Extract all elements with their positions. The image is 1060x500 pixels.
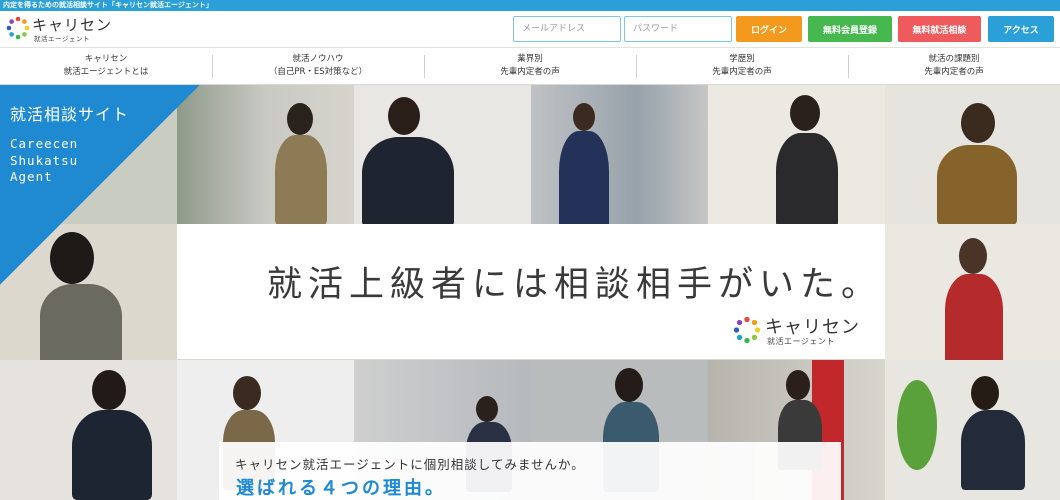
site-title-en-line: Careecen bbox=[10, 136, 79, 151]
photo-tile bbox=[885, 360, 1060, 500]
site-title-en: Careecen Shukatsu Agent bbox=[10, 136, 78, 186]
callout-title: 選ばれる４つの理由。 bbox=[236, 478, 446, 499]
plant-decoration bbox=[897, 380, 937, 470]
photo-tile bbox=[0, 360, 177, 500]
nav-item-knowhow[interactable]: 就活ノウハウ （自己PR・ES対策など） bbox=[212, 48, 424, 84]
page: { "top_strip": { "text": "内定を得るための就活相談サイ… bbox=[0, 0, 1060, 500]
email-field[interactable] bbox=[513, 16, 621, 42]
nav-item-education[interactable]: 学歴別 先輩内定者の声 bbox=[636, 48, 848, 84]
photo-tile bbox=[177, 85, 354, 224]
photo-tile bbox=[885, 85, 1060, 224]
consultation-button[interactable]: 無料就活相談 bbox=[898, 16, 981, 42]
nav-label-line2: 就活エージェントとは bbox=[63, 67, 149, 77]
photo-tile bbox=[708, 85, 885, 224]
nav-label-line2: 先輩内定者の声 bbox=[924, 67, 984, 77]
site-title-en-line: Shukatsu bbox=[10, 152, 79, 168]
login-button[interactable]: ログイン bbox=[736, 16, 802, 42]
corner-label: 就活相談サイト Careecen Shukatsu Agent bbox=[0, 85, 200, 285]
password-field[interactable] bbox=[624, 16, 732, 42]
hero-banner: 就活相談サイト Careecen Shukatsu Agent 就活上級者には相… bbox=[0, 85, 1060, 500]
nav-label-line1: キャリセン bbox=[84, 54, 128, 64]
logo-title: キャリセン bbox=[32, 16, 113, 34]
logo-subtitle: 就活エージェント bbox=[34, 35, 90, 43]
nav-label-line1: 業界別 bbox=[517, 54, 543, 64]
site-title-en-line: Agent bbox=[10, 169, 53, 184]
site-logo[interactable]: キャリセン 就活エージェント bbox=[6, 14, 116, 44]
reasons-callout[interactable]: キャリセン就活エージェントに個別相談してみませんか。 選ばれる４つの理由。 bbox=[219, 442, 841, 500]
nav-item-industry[interactable]: 業界別 先輩内定者の声 bbox=[424, 48, 636, 84]
hero-headline: 就活上級者には相談相手がいた。 bbox=[267, 265, 883, 305]
photo-tile bbox=[531, 85, 708, 224]
main-nav: キャリセン 就活エージェントとは 就活ノウハウ （自己PR・ES対策など） 業界… bbox=[0, 48, 1060, 85]
site-header: キャリセン 就活エージェント ログイン 無料会員登録 無料就活相談 アクセス bbox=[0, 11, 1060, 48]
nav-item-about[interactable]: キャリセン 就活エージェントとは bbox=[0, 48, 212, 84]
access-button[interactable]: アクセス bbox=[988, 16, 1054, 42]
hero-logo: キャリセン 就活エージェント bbox=[733, 313, 883, 353]
headline-panel: 就活上級者には相談相手がいた。 キャリセン 就活エージェント bbox=[177, 224, 885, 359]
site-title-jp: 就活相談サイト bbox=[10, 105, 130, 124]
nav-label-line2: 先輩内定者の声 bbox=[712, 67, 772, 77]
photo-tile bbox=[885, 224, 1060, 360]
register-button[interactable]: 無料会員登録 bbox=[808, 16, 892, 42]
logo-dots-icon bbox=[733, 316, 761, 344]
nav-label-line1: 学歴別 bbox=[729, 54, 755, 64]
nav-label-line1: 就活の課題別 bbox=[928, 54, 980, 64]
logo-dots-icon bbox=[6, 16, 30, 40]
nav-label-line2: （自己PR・ES対策など） bbox=[268, 67, 368, 77]
tagline-strip: 内定を得るための就活相談サイト「キャリセン就活エージェント」 bbox=[0, 0, 1060, 11]
photo-tile bbox=[354, 85, 531, 224]
nav-label-line2: 先輩内定者の声 bbox=[500, 67, 560, 77]
callout-subtitle: キャリセン就活エージェントに個別相談してみませんか。 bbox=[235, 457, 585, 472]
nav-item-challenges[interactable]: 就活の課題別 先輩内定者の声 bbox=[848, 48, 1060, 84]
hero-logo-subtitle: 就活エージェント bbox=[767, 337, 835, 346]
nav-label-line1: 就活ノウハウ bbox=[292, 54, 344, 64]
